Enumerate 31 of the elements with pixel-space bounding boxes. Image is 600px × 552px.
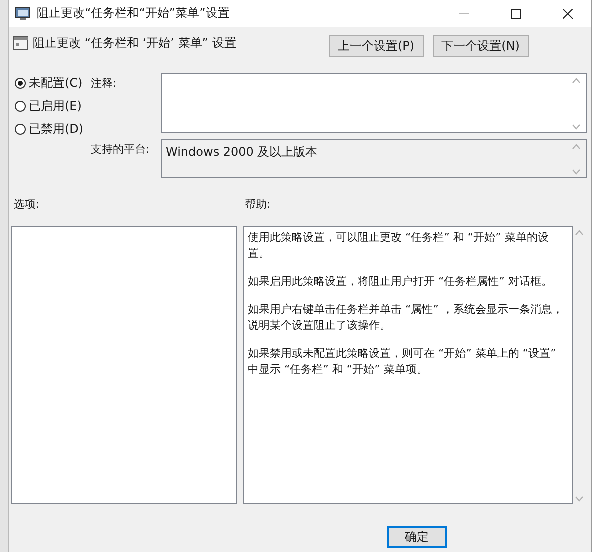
policy-icon (13, 35, 29, 51)
window-title: 阻止更改“任务栏和“开始”菜单”设置 (37, 5, 231, 22)
radio-button[interactable] (15, 101, 26, 112)
scroll-down-icon[interactable] (572, 124, 581, 130)
scroll-down-icon[interactable] (575, 496, 584, 502)
previous-setting-button[interactable]: 上一个设置(P) (329, 35, 424, 57)
platform-value: Windows 2000 及以上版本 (166, 144, 318, 161)
help-paragraph: 如果禁用或未配置此策略设置，则可在 “开始” 菜单上的 “设置” 中显示 “任务栏” 和 “开始” 菜单项。 (248, 346, 558, 378)
policy-title: 阻止更改 “任务栏和 ‘开始’ 菜单” 设置 (33, 35, 238, 52)
platform-label: 支持的平台: (91, 142, 151, 158)
maximize-icon (511, 8, 521, 18)
help-paragraph: 如果用户右键单击任务栏并单击 “属性” ，系统会显示一条消息，说明某个设置阻止了该操作。 (248, 302, 564, 334)
radio-label[interactable]: 未配置(C) (29, 75, 83, 92)
radio-label[interactable]: 已启用(E) (29, 98, 82, 115)
comment-field[interactable] (161, 73, 587, 133)
radio-button[interactable] (15, 78, 26, 89)
help-paragraph: 使用此策略设置，可以阻止更改 “任务栏” 和 “开始” 菜单的设置。 (248, 230, 550, 262)
radio-label[interactable]: 已禁用(D) (29, 121, 84, 138)
scroll-up-icon[interactable] (575, 230, 584, 236)
window-icon (15, 6, 31, 20)
scroll-up-icon[interactable] (572, 78, 581, 84)
help-label: 帮助: (244, 197, 272, 212)
next-setting-button[interactable]: 下一个设置(N) (432, 35, 529, 57)
options-label: 选项: (13, 197, 41, 212)
scroll-down-icon[interactable] (572, 169, 581, 175)
comment-label: 注释: (91, 76, 118, 92)
help-paragraph: 如果启用此策略设置，将阻止用户打开 “任务栏属性” 对话框。 (248, 274, 554, 290)
radio-button[interactable] (15, 124, 26, 135)
scroll-up-icon[interactable] (572, 144, 581, 150)
close-icon (563, 8, 573, 18)
ok-button[interactable]: 确定 (387, 526, 447, 548)
